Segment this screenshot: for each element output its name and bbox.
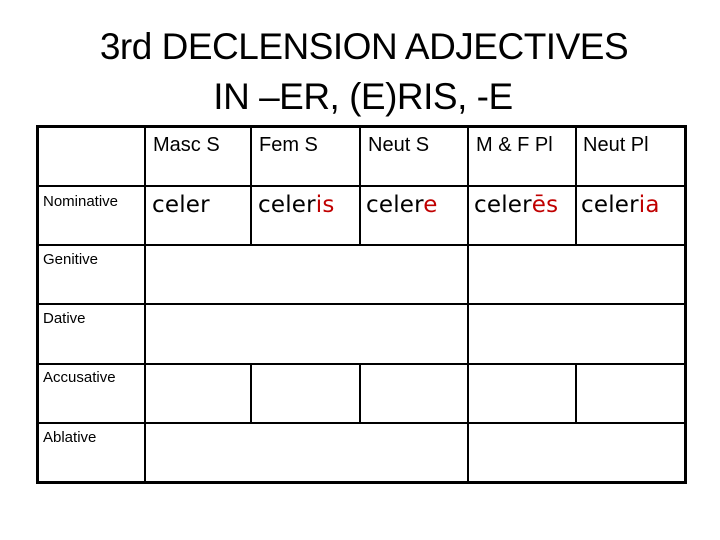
slide-title-line-1: 3rd DECLENSION ADJECTIVES — [99, 26, 629, 67]
header-masc-s: Masc S — [153, 134, 220, 156]
row-divider — [36, 303, 687, 305]
column-divider — [144, 125, 146, 484]
row-divider — [36, 422, 687, 424]
form-stem: celer — [581, 192, 639, 218]
row-divider — [36, 244, 687, 246]
table-border-top — [36, 125, 687, 128]
column-divider — [575, 125, 577, 246]
form-stem: celer — [474, 192, 532, 218]
form-stem: celer — [152, 192, 210, 218]
header-neut-s: Neut S — [368, 134, 430, 156]
table-border-bottom — [36, 481, 687, 484]
row-divider — [36, 185, 687, 187]
form-ending: ēs — [531, 192, 559, 218]
form-nom-neut-pl: celeria — [581, 192, 660, 218]
column-divider — [359, 363, 361, 424]
case-label-ablative: Ablative — [43, 429, 97, 446]
form-stem: celer — [366, 192, 424, 218]
form-nom-fem-s: celeris — [258, 192, 335, 218]
form-ending: e — [423, 192, 438, 218]
header-fem-s: Fem S — [259, 134, 318, 156]
case-label-dative: Dative — [43, 310, 86, 327]
case-label-accusative: Accusative — [43, 369, 116, 386]
header-mf-pl: M & F Pl — [476, 134, 553, 156]
form-ending: is — [315, 192, 335, 218]
column-divider — [467, 125, 469, 484]
form-stem: celer — [258, 192, 316, 218]
column-divider — [250, 363, 252, 424]
header-neut-pl: Neut Pl — [583, 134, 649, 156]
column-divider — [359, 125, 361, 246]
case-label-nominative: Nominative — [43, 193, 119, 210]
row-divider — [36, 363, 687, 365]
form-ending: ia — [638, 192, 660, 218]
case-label-genitive: Genitive — [43, 251, 99, 268]
form-nom-masc-s: celer — [152, 192, 210, 218]
form-nom-mf-pl: celerēs — [474, 192, 558, 218]
form-nom-neut-s: celere — [366, 192, 438, 218]
slide-title-line-2: IN –ER, (E)RIS, -E — [213, 76, 513, 117]
column-divider — [250, 125, 252, 246]
column-divider — [575, 363, 577, 424]
